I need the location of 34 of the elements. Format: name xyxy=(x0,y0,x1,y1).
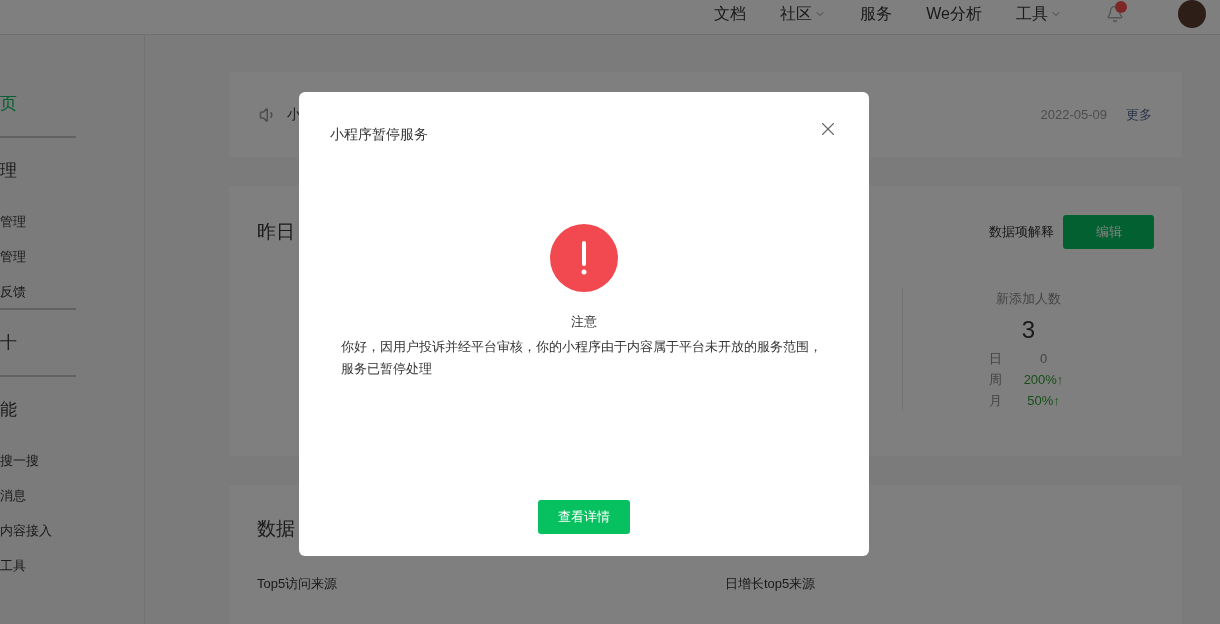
nav-link[interactable]: 服务 xyxy=(860,2,893,26)
nav-link[interactable]: 文档 xyxy=(714,2,747,26)
nav-link[interactable]: We分析 xyxy=(926,2,982,26)
nav-link[interactable]: 社区 xyxy=(780,2,827,26)
sidebar-item[interactable]: 能 xyxy=(0,396,17,423)
card-title: 昨日 xyxy=(257,219,295,244)
sidebar-item[interactable]: 反馈 xyxy=(0,281,26,302)
section-label: Top5访问来源 xyxy=(257,574,339,593)
details-button[interactable]: 查看详情 xyxy=(538,500,630,534)
nav-link[interactable]: 工具 xyxy=(1016,2,1062,26)
dialog-message: 你好，因用户投诉并经平台审核，你的小程序由于内容属于平台未开放的服务范围，服务已暂停处理 xyxy=(341,337,823,378)
sidebar-item[interactable]: 理 xyxy=(0,157,17,184)
warning-icon xyxy=(550,224,618,292)
stat-period: 月 xyxy=(988,392,1003,411)
avatar[interactable] xyxy=(1178,0,1206,28)
sidebar-item[interactable]: 内容接入 xyxy=(0,520,52,541)
explain-link[interactable]: 数据项解释 xyxy=(989,222,1054,242)
stat-change: 50%↑ xyxy=(1026,392,1061,411)
dialog-title: 小程序暂停服务 xyxy=(330,125,428,144)
stat-change: 200%↑ xyxy=(1022,371,1065,390)
sidebar-item[interactable]: 消息 xyxy=(0,485,26,506)
stat-period: 日 xyxy=(988,350,1003,369)
sidebar-item[interactable]: 工具 xyxy=(0,555,26,576)
section-label: 日增长top5来源 xyxy=(725,574,816,593)
stat-change: 0 xyxy=(1038,350,1049,369)
more-link[interactable]: 更多 xyxy=(1126,104,1152,125)
card-title: 数据 xyxy=(257,517,295,541)
stat-value: 3 xyxy=(1021,314,1036,345)
sidebar-item[interactable]: 十 xyxy=(0,329,17,356)
sidebar-item[interactable]: 管理 xyxy=(0,246,26,267)
dialog-heading: 注意 xyxy=(571,313,597,331)
bell-icon[interactable] xyxy=(1106,5,1124,23)
stat-period: 周 xyxy=(988,371,1003,390)
sidebar-item[interactable]: 管理 xyxy=(0,211,26,232)
